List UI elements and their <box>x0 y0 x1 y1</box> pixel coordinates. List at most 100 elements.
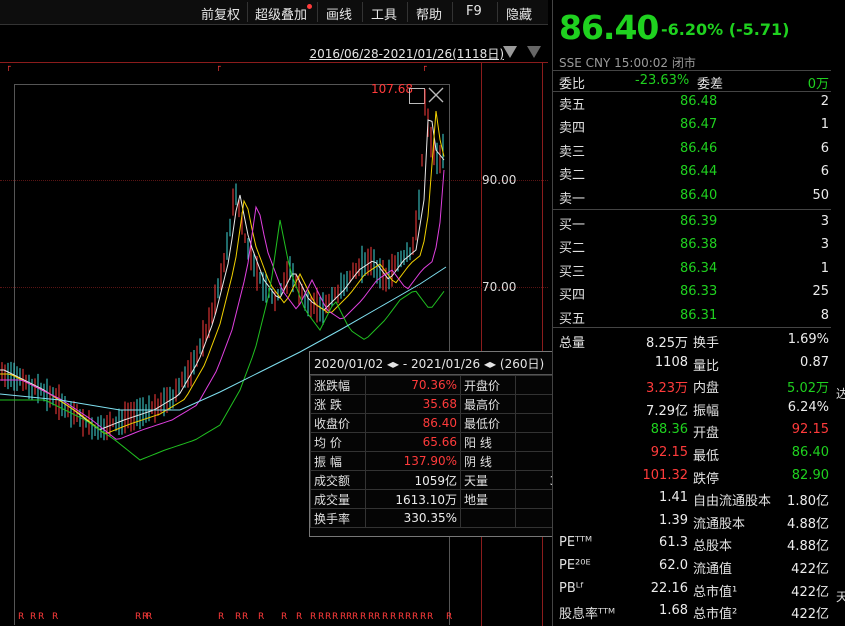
book-volume: 1 <box>820 117 829 133</box>
book-price: 86.46 <box>680 140 718 156</box>
rights-marker: R <box>412 612 419 622</box>
book-price: 86.47 <box>680 117 718 133</box>
bid-row[interactable]: 买五 86.31 8 <box>553 305 831 327</box>
toolbar-f9[interactable]: F9 <box>466 4 482 19</box>
stat-value: 4.88亿 <box>787 516 829 532</box>
popup-stat-label: 涨 跌 <box>310 394 366 414</box>
dropdown-triangle-icon[interactable] <box>503 46 517 58</box>
book-volume: 50 <box>812 187 829 203</box>
bid-row[interactable]: 买四 86.33 25 <box>553 281 831 303</box>
book-level-label: 买五 <box>559 311 586 327</box>
popup-date-to[interactable]: 2021/01/26 <box>411 357 480 371</box>
rights-marker: R <box>325 612 332 622</box>
stat-value: 422亿 <box>791 562 829 577</box>
popup-stat-label: 开盘价 <box>460 375 516 395</box>
stat-row: 92.15 最低 86.40 <box>553 442 831 464</box>
date-range-text[interactable]: 2016/06/28-2021/01/26(1118日) <box>309 45 504 62</box>
stat-value: 422亿 <box>791 607 829 623</box>
stat-row: 88.36 开盘 92.15 <box>553 419 831 441</box>
toolbar-super-overlay[interactable]: 超级叠加 <box>255 4 307 23</box>
popup-stat-label: 成交量 <box>310 489 366 509</box>
popup-stat-label: 涨跌幅 <box>310 375 366 395</box>
last-price: 86.40 <box>559 8 659 47</box>
stat-label: PEᵀᵀᴹ <box>559 535 593 551</box>
stat-value: 5.02万 <box>787 381 829 397</box>
book-volume: 6 <box>820 164 829 180</box>
kline-chart[interactable] <box>0 62 480 626</box>
price-change: -6.20% (-5.71) <box>661 20 790 39</box>
book-volume: 2 <box>820 94 829 109</box>
stat-value: 0.87 <box>800 354 829 370</box>
popup-date-arrows-icon[interactable]: ◂▸ <box>484 357 496 371</box>
bid-row[interactable]: 买三 86.34 1 <box>553 258 831 280</box>
price-axis-label: 90.00 <box>482 173 517 187</box>
stat-value: 1.68 <box>659 603 688 619</box>
bid-row[interactable]: 买二 86.38 3 <box>553 234 831 256</box>
stat-row: 101.32 跌停 82.90 <box>553 465 831 487</box>
ask-row[interactable]: 卖三 86.46 6 <box>553 138 831 160</box>
book-volume: 3 <box>820 237 829 253</box>
book-price: 86.34 <box>680 260 718 276</box>
stat-value: 101.32 <box>642 467 689 483</box>
ask-row[interactable]: 卖二 86.44 6 <box>553 161 831 183</box>
popup-stat-label: 地量 <box>460 489 516 509</box>
popup-stat-label: 振 幅 <box>310 451 366 471</box>
exchange-meta: SSE CNY 15:00:02 闭市 <box>559 56 696 70</box>
popup-days: (260日) <box>499 357 545 371</box>
popup-stat-value: 35.68 <box>365 394 461 414</box>
stat-row: 1.39 流通股本 4.88亿 <box>553 510 831 532</box>
stat-value: 4.88亿 <box>787 539 829 555</box>
popup-stat-value: 70.36% <box>365 375 461 395</box>
notification-dot-icon <box>307 4 312 9</box>
price-axis-label: 70.00 <box>482 280 517 294</box>
stat-label: 量比 <box>693 358 720 374</box>
stat-label: 总市值² <box>693 607 738 623</box>
rights-marker: R <box>310 612 317 622</box>
bid-row[interactable]: 买一 86.39 3 <box>553 211 831 233</box>
ask-row[interactable]: 卖一 86.40 50 <box>553 185 831 207</box>
stat-row: 3.23万 内盘 5.02万 <box>553 374 831 396</box>
stat-row: 1.41 自由流通股本 1.80亿 <box>553 487 831 509</box>
ask-row[interactable]: 卖四 86.47 1 <box>553 114 831 136</box>
stat-value: 1.80亿 <box>787 494 829 510</box>
stat-label: 最低 <box>693 449 720 464</box>
popup-stat-label: 成交额 <box>310 470 366 490</box>
popup-date-arrows-icon[interactable]: ◂▸ <box>387 357 399 371</box>
popup-stat-value: 1059亿 <box>365 470 461 490</box>
popup-stat-value: 137.90% <box>365 451 461 471</box>
stat-value: 1108 <box>654 354 688 370</box>
stat-value: 6.24% <box>787 399 829 415</box>
dropdown-triangle-icon[interactable] <box>527 46 541 58</box>
stat-value: 8.25万 <box>646 336 688 351</box>
book-price: 86.38 <box>680 237 718 253</box>
book-price: 86.39 <box>680 214 718 229</box>
book-volume: 25 <box>812 284 829 300</box>
stat-value: 82.90 <box>791 467 829 483</box>
stat-label: 流通值 <box>693 562 733 577</box>
stat-label: 内盘 <box>693 381 720 397</box>
book-level-label: 买三 <box>559 264 586 280</box>
stat-value: 22.16 <box>650 580 688 596</box>
toolbar-tools[interactable]: 工具 <box>371 4 397 23</box>
stat-row: PEᵀᵀᴹ 61.3 总股本 4.88亿 <box>553 532 831 554</box>
toolbar-help[interactable]: 帮助 <box>416 4 442 23</box>
stat-label: 换手 <box>693 336 720 351</box>
stat-row: 总量 8.25万 换手 1.69% <box>553 329 831 351</box>
date-range-bar: 2016/06/28-2021/01/26(1118日) <box>0 40 548 63</box>
stat-label: 总股本 <box>693 539 733 555</box>
ask-row[interactable]: 卖五 86.48 2 <box>553 91 831 113</box>
popup-stat-label: 最低价 <box>460 413 516 433</box>
popup-date-from[interactable]: 2020/01/02 <box>314 357 383 371</box>
rights-marker: R <box>427 612 434 622</box>
toolbar-hide[interactable]: 隐藏 <box>506 4 532 23</box>
stat-row: 股息率ᵀᵀᴹ 1.68 总市值² 422亿 <box>553 600 831 622</box>
stat-value: 3.23万 <box>646 381 688 397</box>
stat-row: 7.29亿 振幅 6.24% <box>553 397 831 419</box>
toolbar-draw-line[interactable]: 画线 <box>326 4 352 23</box>
toolbar-fuquan[interactable]: 前复权 <box>201 4 240 23</box>
book-price: 86.48 <box>680 94 718 109</box>
stat-value: 62.0 <box>659 558 688 573</box>
stat-label: 流通股本 <box>693 516 746 532</box>
side-fragment: 达 <box>836 387 845 401</box>
weibi-value: -23.63% <box>635 73 690 88</box>
